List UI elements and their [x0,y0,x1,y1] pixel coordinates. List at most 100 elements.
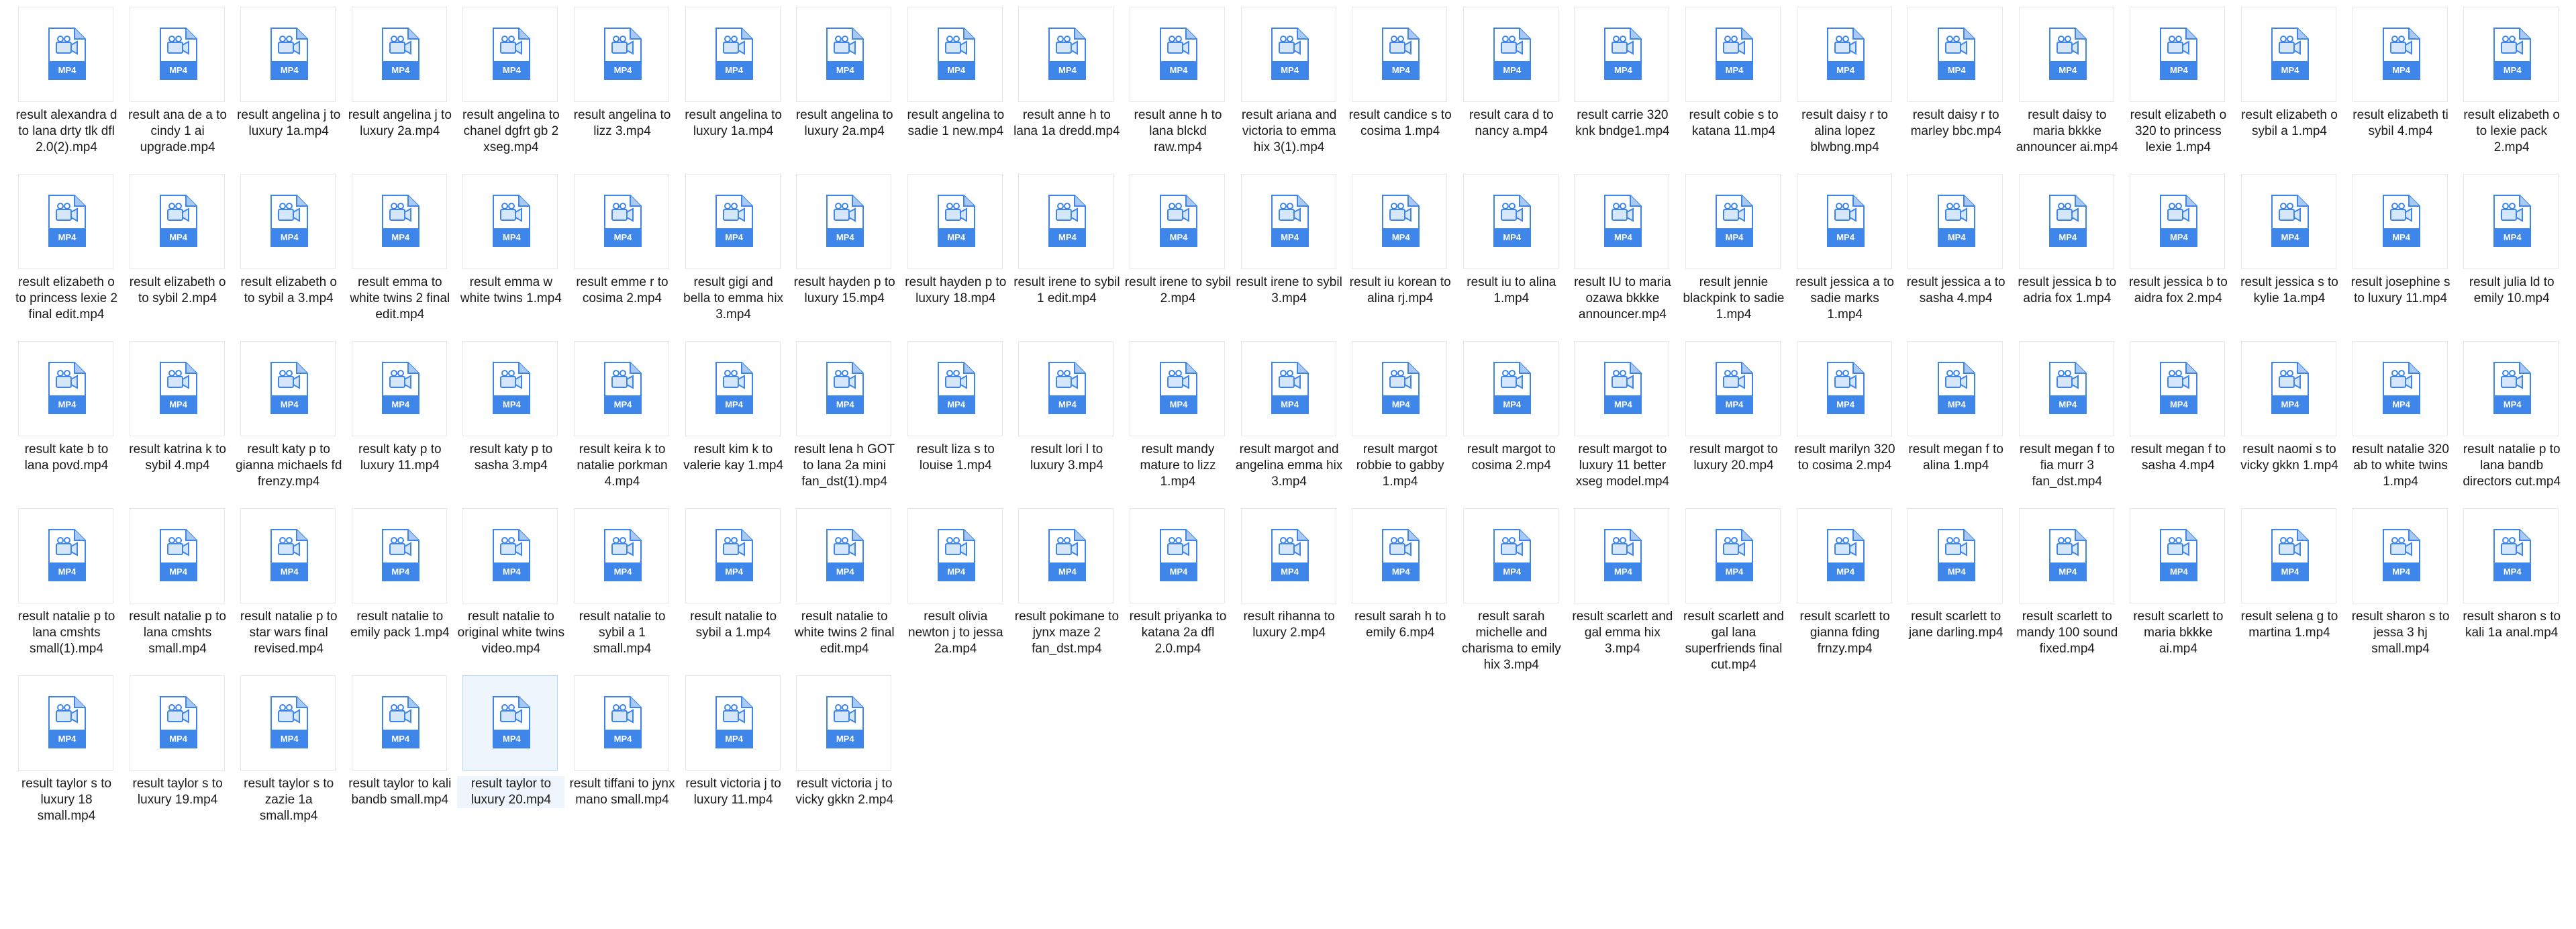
file-item[interactable]: MP4 result scarlett to maria bkkke ai.mp4 [2130,508,2226,669]
file-thumbnail[interactable]: MP4 [685,508,781,603]
file-item[interactable]: MP4 result natalie to sybil a 1 small.mp4 [574,508,671,669]
file-thumbnail[interactable]: MP4 [18,174,113,269]
file-item[interactable]: MP4 result mandy mature to lizz 1.mp4 [1130,341,1226,502]
file-item[interactable]: MP4 result priyanka to katana 2a dfl 2.0.… [1130,508,1226,669]
file-item[interactable]: MP4 result cara d to nancy a.mp4 [1463,7,1560,168]
file-item[interactable]: MP4 result ana de a to cindy 1 ai upgrade… [128,7,227,168]
file-item[interactable]: MP4 result anne h to lana blckd raw.mp4 [1130,7,1226,168]
file-thumbnail[interactable]: MP4 [462,341,558,436]
file-thumbnail[interactable]: MP4 [1130,174,1225,269]
file-item[interactable]: MP4 result julia ld to emily 10.mp4 [2463,174,2560,335]
file-thumbnail[interactable]: MP4 [1796,341,1892,436]
file-thumbnail[interactable]: MP4 [796,174,892,269]
file-item[interactable]: MP4 result daisy r to alina lopez blwbng.… [1796,7,1893,168]
file-item[interactable]: MP4 result natalie p to lana cmshts small… [18,508,115,669]
file-item[interactable]: MP4 result gigi and bella to emma hix 3.m… [683,174,783,335]
file-thumbnail[interactable]: MP4 [2018,508,2114,603]
file-thumbnail[interactable]: MP4 [2018,341,2114,436]
file-item[interactable]: MP4 result katy p to luxury 11.mp4 [351,341,448,502]
file-thumbnail[interactable]: MP4 [1574,174,1670,269]
file-thumbnail[interactable]: MP4 [18,508,113,603]
file-thumbnail[interactable]: MP4 [1685,508,1781,603]
file-thumbnail[interactable]: MP4 [351,508,447,603]
file-thumbnail[interactable]: MP4 [796,508,892,603]
file-thumbnail[interactable]: MP4 [2130,341,2226,436]
file-item[interactable]: MP4 result irene to sybil 1 edit.mp4 [1013,174,1120,335]
file-thumbnail[interactable]: MP4 [2463,341,2559,436]
file-thumbnail[interactable]: MP4 [796,341,892,436]
file-item[interactable]: MP4 result keira k to natalie porkman 4.m… [574,341,671,502]
file-item[interactable]: MP4 result lori l to luxury 3.mp4 [1018,341,1115,502]
file-item[interactable]: MP4 result anne h to lana 1a dredd.mp4 [1013,7,1120,168]
file-item[interactable]: MP4 result emma to white twins 2 final ed… [350,174,450,335]
file-thumbnail[interactable]: MP4 [1352,508,1448,603]
file-thumbnail[interactable]: MP4 [1908,341,2003,436]
file-item[interactable]: MP4 result candice s to cosima 1.mp4 [1349,7,1452,168]
file-thumbnail[interactable]: MP4 [574,508,669,603]
file-thumbnail[interactable]: MP4 [18,675,113,771]
file-item[interactable]: MP4 result carrie 320 knk bndge1.mp4 [1574,7,1671,168]
file-thumbnail[interactable]: MP4 [129,675,225,771]
file-thumbnail[interactable]: MP4 [2352,508,2448,603]
file-thumbnail[interactable]: MP4 [1574,508,1670,603]
file-thumbnail[interactable]: MP4 [18,341,113,436]
file-item[interactable]: MP4 result iu korean to alina rj.mp4 [1350,174,1451,335]
file-thumbnail[interactable]: MP4 [129,7,225,102]
file-item[interactable]: MP4 result angelina to luxury 1a.mp4 [685,7,782,168]
file-thumbnail[interactable]: MP4 [351,7,447,102]
file-item[interactable]: MP4 result jessica s to kylie 1a.mp4 [2240,174,2338,335]
file-item[interactable]: MP4 result margot to cosima 2.mp4 [1463,341,1560,502]
file-item[interactable]: MP4 result alexandra d to lana drty tlk d… [15,7,117,168]
file-thumbnail[interactable]: MP4 [907,508,1003,603]
file-item[interactable]: MP4 result sharon s to jessa 3 hj small.m… [2352,508,2449,669]
file-thumbnail[interactable]: MP4 [240,675,336,771]
file-item[interactable]: MP4 result angelina to sadie 1 new.mp4 [907,7,1004,168]
file-thumbnail[interactable]: MP4 [1240,341,1336,436]
file-thumbnail[interactable]: MP4 [462,7,558,102]
file-item[interactable]: MP4 result jessica a to sadie marks 1.mp4 [1795,174,1894,335]
file-thumbnail[interactable]: MP4 [462,174,558,269]
file-item[interactable]: MP4 result margot to luxury 11 better xse… [1574,341,1671,502]
file-thumbnail[interactable]: MP4 [1130,7,1225,102]
file-item[interactable]: MP4 result natalie p to lana bandb direct… [2463,341,2561,502]
file-thumbnail[interactable]: MP4 [462,508,558,603]
file-item[interactable]: MP4 result katy p to gianna michaels fd f… [236,341,342,502]
file-thumbnail[interactable]: MP4 [2463,508,2559,603]
file-thumbnail[interactable]: MP4 [18,7,113,102]
file-item[interactable]: MP4 result pokimane to jynx maze 2 fan_ds… [1015,508,1119,669]
file-item[interactable]: MP4 result IU to maria ozawa bkkke announ… [1574,174,1671,335]
file-item[interactable]: MP4 result natalie to white twins 2 final… [795,508,895,669]
file-thumbnail[interactable]: MP4 [574,7,669,102]
file-item[interactable]: MP4 result daisy r to marley bbc.mp4 [1908,7,2004,168]
file-thumbnail[interactable]: MP4 [351,341,447,436]
file-item[interactable]: MP4 result elizabeth o 320 to princess le… [2130,7,2226,168]
file-thumbnail[interactable]: MP4 [1685,174,1781,269]
file-thumbnail[interactable]: MP4 [240,7,336,102]
file-thumbnail[interactable]: MP4 [2130,174,2226,269]
file-item[interactable]: MP4 result kate b to lana povd.mp4 [18,341,115,502]
file-thumbnail[interactable]: MP4 [1574,341,1670,436]
file-item[interactable]: MP4 result jessica b to aidra fox 2.mp4 [2129,174,2228,335]
file-thumbnail[interactable]: MP4 [1463,7,1558,102]
file-item[interactable]: MP4 result josephine s to luxury 11.mp4 [2351,174,2450,335]
file-item[interactable]: MP4 result angelina j to luxury 2a.mp4 [348,7,452,168]
file-item[interactable]: MP4 result taylor to kali bandb small.mp4 [348,675,451,836]
file-thumbnail[interactable]: MP4 [2352,7,2448,102]
file-thumbnail[interactable]: MP4 [1685,7,1781,102]
file-item[interactable]: MP4 result naomi s to vicky gkkn 1.mp4 [2240,341,2338,502]
file-item[interactable]: MP4 result scarlett to mandy 100 sound fi… [2016,508,2118,669]
file-item[interactable]: MP4 result tiffani to jynx mano small.mp4 [569,675,675,836]
file-item[interactable]: MP4 result victoria j to vicky gkkn 2.mp4 [795,675,893,836]
file-thumbnail[interactable]: MP4 [2018,7,2114,102]
file-thumbnail[interactable]: MP4 [1018,341,1114,436]
file-thumbnail[interactable]: MP4 [1018,7,1114,102]
file-item[interactable]: MP4 result natalie p to lana cmshts small… [129,508,226,669]
file-item[interactable]: MP4 result elizabeth o to lexie pack 2.mp… [2463,7,2560,168]
file-item[interactable]: MP4 result megan f to sasha 4.mp4 [2130,341,2226,502]
file-thumbnail[interactable]: MP4 [2352,341,2448,436]
file-item[interactable]: MP4 result jennie blackpink to sadie 1.mp… [1683,174,1785,335]
file-item[interactable]: MP4 result margot robbie to gabby 1.mp4 [1352,341,1448,502]
file-item[interactable]: MP4 result natalie to emily pack 1.mp4 [350,508,450,669]
file-thumbnail[interactable]: MP4 [1240,7,1336,102]
file-item[interactable]: MP4 result scarlett to jane darling.mp4 [1908,508,2004,669]
